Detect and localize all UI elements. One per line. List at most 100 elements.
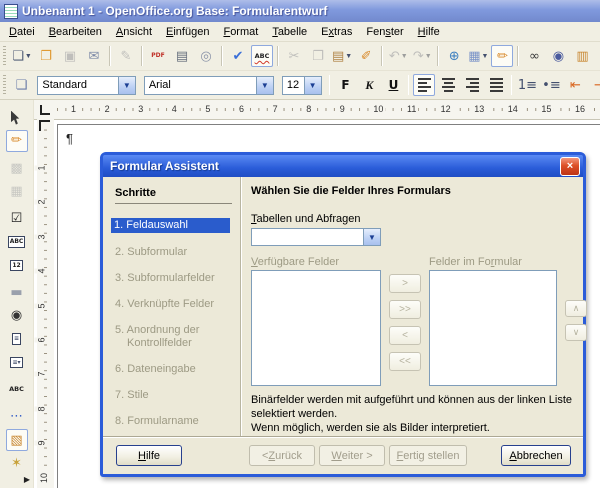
- design-mode-icon[interactable]: ✏: [491, 45, 513, 67]
- checkbox-icon[interactable]: ☑: [6, 208, 28, 229]
- dialog-titlebar[interactable]: Formular Assistent ×: [103, 155, 583, 177]
- separator: [329, 75, 331, 95]
- align-left-icon[interactable]: [413, 74, 435, 96]
- ruler-mark: 10: [371, 103, 385, 115]
- help-button[interactable]: Hilfe: [116, 445, 182, 466]
- undo-glyph: ↶: [389, 50, 400, 63]
- email-icon[interactable]: ✉: [83, 45, 105, 67]
- tab-stop-selector-icon[interactable]: [40, 105, 50, 115]
- ruler-mark: 6: [237, 103, 246, 115]
- menu-item-ansicht[interactable]: Ansicht: [109, 24, 159, 40]
- gallery-icon[interactable]: ▥: [571, 45, 593, 67]
- underline-icon[interactable]: U: [382, 74, 404, 96]
- find-icon[interactable]: ∞: [523, 45, 545, 67]
- styles-window-icon[interactable]: ❏: [10, 74, 32, 96]
- italic-glyph: K: [365, 79, 373, 91]
- paste-icon[interactable]: ▤▼: [331, 45, 353, 67]
- align-right-icon[interactable]: [461, 74, 483, 96]
- dialog-title: Formular Assistent: [110, 159, 560, 173]
- bold-icon[interactable]: F: [334, 74, 356, 96]
- hyperlink-icon[interactable]: ⊕: [443, 45, 465, 67]
- form-fields-label: Felder im Formular: [429, 256, 522, 268]
- cancel-button[interactable]: Abbrechen: [501, 445, 571, 466]
- menu-item-extras[interactable]: Extras: [314, 24, 359, 40]
- print-icon[interactable]: ▤: [171, 45, 193, 67]
- align-justify-glyph: [490, 77, 503, 93]
- new-document-icon[interactable]: ❏▼: [11, 45, 33, 67]
- paragraph-style-combo[interactable]: Standard ▼: [37, 76, 135, 95]
- back-button: < Zurück: [249, 445, 315, 466]
- ruler-mark: 7: [271, 103, 280, 115]
- option-button-icon[interactable]: ◉: [6, 305, 28, 326]
- menu-item-bearbeiten[interactable]: Bearbeiten: [42, 24, 109, 40]
- decrease-indent-icon[interactable]: ⇤: [564, 74, 586, 96]
- vertical-ruler: 12345678910: [37, 119, 54, 488]
- control-properties-icon: ▩: [6, 157, 28, 178]
- page-preview-icon[interactable]: ◎: [195, 45, 217, 67]
- ruler-mark: 4: [170, 103, 179, 115]
- auto-spellcheck-icon[interactable]: ABC: [251, 45, 273, 67]
- wizard-step-1[interactable]: 1. Feldauswahl: [111, 218, 230, 233]
- insert-table-icon[interactable]: ▦▼: [467, 45, 489, 67]
- increase-indent-icon[interactable]: ⇥: [588, 74, 600, 96]
- format-paintbrush-icon[interactable]: ✐: [355, 45, 377, 67]
- window-titlebar[interactable]: Unbenannt 1 - OpenOffice.org Base: Formu…: [0, 0, 600, 22]
- push-button-icon[interactable]: ▬: [6, 282, 28, 303]
- gallery-glyph: ▥: [576, 50, 588, 63]
- move-all-right-button: >>: [389, 300, 421, 319]
- move-down-button: ∨: [565, 324, 587, 341]
- close-icon[interactable]: ×: [560, 157, 580, 176]
- menu-item-einfgen[interactable]: Einfügen: [159, 24, 216, 40]
- cut-glyph: ✂: [289, 50, 300, 63]
- copy-glyph: ❐: [312, 50, 324, 63]
- export-pdf-icon[interactable]: PDF: [147, 45, 169, 67]
- design-mode-icon[interactable]: ✏: [6, 130, 28, 151]
- formatted-field-icon[interactable]: 12: [6, 255, 28, 276]
- menu-item-tabelle[interactable]: Tabelle: [265, 24, 314, 40]
- select-icon[interactable]: [6, 107, 28, 128]
- margin-marker[interactable]: [39, 120, 50, 131]
- menu-item-format[interactable]: Format: [216, 24, 265, 40]
- spellcheck-icon[interactable]: ✔: [227, 45, 249, 67]
- navigator-icon[interactable]: ◉: [547, 45, 569, 67]
- available-fields-list[interactable]: [251, 270, 381, 386]
- toolbar-grip[interactable]: [2, 75, 6, 95]
- ruler-mark: 2: [35, 200, 49, 205]
- new-document-dropdown-icon[interactable]: ▼: [25, 53, 32, 60]
- paste-dropdown-icon[interactable]: ▼: [345, 53, 352, 60]
- align-justify-icon[interactable]: [485, 74, 507, 96]
- font-size-combo[interactable]: 12 ▼: [282, 76, 322, 95]
- move-all-left-button: <<: [389, 352, 421, 371]
- bullet-list-icon[interactable]: •≡: [540, 74, 562, 96]
- wizards-icon[interactable]: ✶: [6, 453, 28, 474]
- chevron-down-icon[interactable]: ▼: [363, 229, 380, 245]
- menu-item-fenster[interactable]: Fenster: [359, 24, 410, 40]
- chevron-down-icon[interactable]: ▼: [304, 77, 321, 94]
- toolbar-overflow-icon[interactable]: ▶: [24, 475, 30, 484]
- menu-item-datei[interactable]: Datei: [2, 24, 42, 40]
- wizard-step-5: 5. Anordnung der Kontrollfelder: [115, 324, 232, 350]
- form-fields-list[interactable]: [429, 270, 557, 386]
- text-box-icon[interactable]: ABC: [6, 231, 28, 252]
- ruler-mark: 12: [439, 103, 453, 115]
- toolbar-grip[interactable]: [2, 46, 7, 66]
- list-box-icon[interactable]: ≡: [6, 328, 28, 349]
- chevron-down-icon[interactable]: ▼: [256, 77, 273, 94]
- numbered-list-icon[interactable]: 1≡: [516, 74, 538, 96]
- font-name-combo[interactable]: Arial ▼: [144, 76, 274, 95]
- insert-table-dropdown-icon[interactable]: ▼: [482, 53, 489, 60]
- wizard-step-8: 8. Formularname: [115, 415, 232, 428]
- ruler-mark: 9: [338, 103, 347, 115]
- label-field-icon[interactable]: ABC: [6, 379, 28, 400]
- combo-box-icon[interactable]: ≡▾: [6, 352, 28, 373]
- menu-item-hilfe[interactable]: Hilfe: [411, 24, 447, 40]
- underline-glyph: U: [389, 79, 399, 91]
- chevron-down-icon[interactable]: ▼: [118, 77, 135, 94]
- italic-icon[interactable]: K: [358, 74, 380, 96]
- form-design-icon[interactable]: ▧: [6, 429, 28, 450]
- more-controls-icon[interactable]: ⋯: [6, 406, 28, 427]
- ruler-mark: 9: [35, 441, 49, 446]
- open-icon[interactable]: ❐: [35, 45, 57, 67]
- align-center-icon[interactable]: [437, 74, 459, 96]
- tables-queries-combo[interactable]: ▼: [251, 228, 381, 246]
